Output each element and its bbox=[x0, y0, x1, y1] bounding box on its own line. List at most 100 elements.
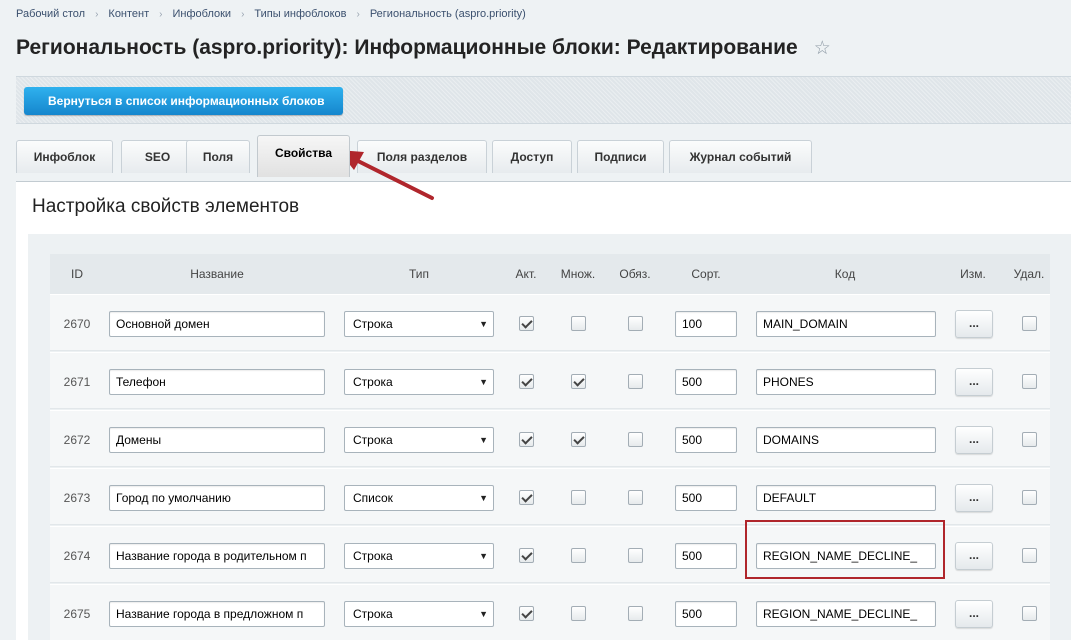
breadcrumb-item[interactable]: Инфоблоки bbox=[173, 8, 232, 20]
sort-input[interactable]: 500 bbox=[675, 484, 737, 511]
active-checkbox[interactable] bbox=[518, 432, 534, 447]
table-cell: ... bbox=[954, 585, 994, 640]
edit-property-button[interactable]: ... bbox=[955, 541, 993, 570]
required-checkbox[interactable] bbox=[627, 432, 643, 447]
table-cell bbox=[1008, 411, 1050, 468]
table-cell bbox=[506, 411, 546, 468]
tab-0[interactable]: Инфоблок bbox=[16, 140, 113, 173]
code-input[interactable]: MAIN_DOMAIN bbox=[756, 310, 936, 337]
sort-input[interactable]: 500 bbox=[675, 600, 737, 627]
table-row: 2675 Название города в предложном п Строка… bbox=[50, 584, 1050, 640]
sort-input[interactable]: 100 bbox=[675, 310, 737, 337]
table-cell bbox=[610, 469, 660, 526]
tab-6[interactable]: Подписи bbox=[577, 140, 664, 173]
delete-checkbox[interactable] bbox=[1021, 606, 1037, 621]
sort-input[interactable]: 500 bbox=[675, 426, 737, 453]
favorite-star-icon[interactable]: ☆ bbox=[814, 37, 831, 60]
delete-checkbox[interactable] bbox=[1021, 432, 1037, 447]
property-name-input[interactable]: Домены bbox=[109, 426, 325, 453]
property-name-input[interactable]: Город по умолчанию bbox=[109, 484, 325, 511]
table-cell bbox=[610, 411, 660, 468]
code-highlight-box bbox=[745, 520, 945, 579]
property-name-input[interactable]: Основной домен bbox=[109, 310, 325, 337]
table-cell: ... bbox=[954, 527, 994, 584]
delete-checkbox[interactable] bbox=[1021, 316, 1037, 331]
active-checkbox[interactable] bbox=[518, 374, 534, 389]
delete-checkbox[interactable] bbox=[1021, 374, 1037, 389]
property-name-input[interactable]: Название города в родительном п bbox=[109, 542, 325, 569]
page-title: Региональность (aspro.priority): Информа… bbox=[16, 36, 798, 59]
edit-property-button[interactable]: ... bbox=[955, 483, 993, 512]
property-type-select[interactable]: Строка ▼ bbox=[344, 368, 494, 395]
edit-property-button[interactable]: ... bbox=[955, 309, 993, 338]
edit-property-button[interactable]: ... bbox=[955, 599, 993, 628]
table-cell bbox=[550, 295, 606, 352]
table-cell bbox=[506, 469, 546, 526]
breadcrumb-separator: › bbox=[95, 8, 99, 20]
table-row: 2673 Город по умолчанию Список ▼ 500 DEFAULT.… bbox=[50, 468, 1050, 525]
dropdown-caret-icon: ▼ bbox=[479, 550, 488, 561]
tab-4[interactable]: Поля разделов bbox=[357, 140, 487, 173]
edit-property-button[interactable]: ... bbox=[955, 367, 993, 396]
required-checkbox[interactable] bbox=[627, 548, 643, 563]
back-to-list-button[interactable]: Вернуться в список информационных блоков bbox=[24, 87, 343, 115]
sort-input[interactable]: 500 bbox=[675, 542, 737, 569]
multiple-checkbox[interactable] bbox=[570, 606, 586, 621]
sort-input[interactable]: 500 bbox=[675, 368, 737, 395]
property-type-select[interactable]: Строка ▼ bbox=[344, 542, 494, 569]
property-type-select[interactable]: Список ▼ bbox=[344, 484, 494, 511]
breadcrumb-item[interactable]: Региональность (aspro.priority) bbox=[370, 8, 526, 20]
tab-3[interactable]: Свойства bbox=[257, 135, 350, 177]
table-row: 2672 Домены Строка ▼ 500 DOMAINS... bbox=[50, 410, 1050, 467]
col-header-multiple: Множ. bbox=[560, 267, 596, 281]
multiple-checkbox[interactable] bbox=[570, 548, 586, 563]
tab-7[interactable]: Журнал событий bbox=[669, 140, 812, 173]
dropdown-caret-icon: ▼ bbox=[479, 434, 488, 445]
table-cell bbox=[610, 585, 660, 640]
active-checkbox[interactable] bbox=[518, 490, 534, 505]
code-input[interactable]: DEFAULT bbox=[756, 484, 936, 511]
table-cell bbox=[610, 353, 660, 410]
code-input[interactable]: REGION_NAME_DECLINE_ bbox=[756, 600, 936, 627]
multiple-checkbox[interactable] bbox=[570, 316, 586, 331]
table-cell bbox=[1008, 469, 1050, 526]
table-cell bbox=[506, 295, 546, 352]
required-checkbox[interactable] bbox=[627, 374, 643, 389]
breadcrumb-item[interactable]: Типы инфоблоков bbox=[254, 8, 346, 20]
required-checkbox[interactable] bbox=[627, 606, 643, 621]
delete-checkbox[interactable] bbox=[1021, 490, 1037, 505]
table-cell: ... bbox=[954, 353, 994, 410]
property-type-select[interactable]: Строка ▼ bbox=[344, 426, 494, 453]
table-cell: Название города в родительном п bbox=[108, 527, 326, 584]
tab-2[interactable]: Поля bbox=[186, 140, 250, 173]
required-checkbox[interactable] bbox=[627, 316, 643, 331]
breadcrumb-item[interactable]: Рабочий стол bbox=[16, 8, 85, 20]
property-name-input[interactable]: Название города в предложном п bbox=[109, 600, 325, 627]
tab-1[interactable]: SEO bbox=[121, 140, 194, 173]
code-input[interactable]: DOMAINS bbox=[756, 426, 936, 453]
table-cell: Список ▼ bbox=[344, 469, 494, 526]
col-header-active: Акт. bbox=[515, 267, 537, 281]
active-checkbox[interactable] bbox=[518, 316, 534, 331]
table-cell bbox=[1008, 353, 1050, 410]
multiple-checkbox[interactable] bbox=[570, 490, 586, 505]
tab-5[interactable]: Доступ bbox=[492, 140, 572, 173]
delete-checkbox[interactable] bbox=[1021, 548, 1037, 563]
property-type-select[interactable]: Строка ▼ bbox=[344, 310, 494, 337]
col-header-code: Код bbox=[834, 267, 856, 281]
required-checkbox[interactable] bbox=[627, 490, 643, 505]
table-cell bbox=[1008, 585, 1050, 640]
property-name-input[interactable]: Телефон bbox=[109, 368, 325, 395]
table-cell: 2670 bbox=[50, 295, 104, 352]
property-type-select[interactable]: Строка ▼ bbox=[344, 600, 494, 627]
code-input[interactable]: PHONES bbox=[756, 368, 936, 395]
property-type-value: Строка bbox=[353, 548, 393, 563]
multiple-checkbox[interactable] bbox=[570, 374, 586, 389]
table-row: 2671 Телефон Строка ▼ 500 PHONES... bbox=[50, 352, 1050, 409]
active-checkbox[interactable] bbox=[518, 606, 534, 621]
multiple-checkbox[interactable] bbox=[570, 432, 586, 447]
breadcrumb-item[interactable]: Контент bbox=[108, 8, 149, 20]
active-checkbox[interactable] bbox=[518, 548, 534, 563]
edit-property-button[interactable]: ... bbox=[955, 425, 993, 454]
section-title: Настройка свойств элементов bbox=[32, 196, 300, 217]
